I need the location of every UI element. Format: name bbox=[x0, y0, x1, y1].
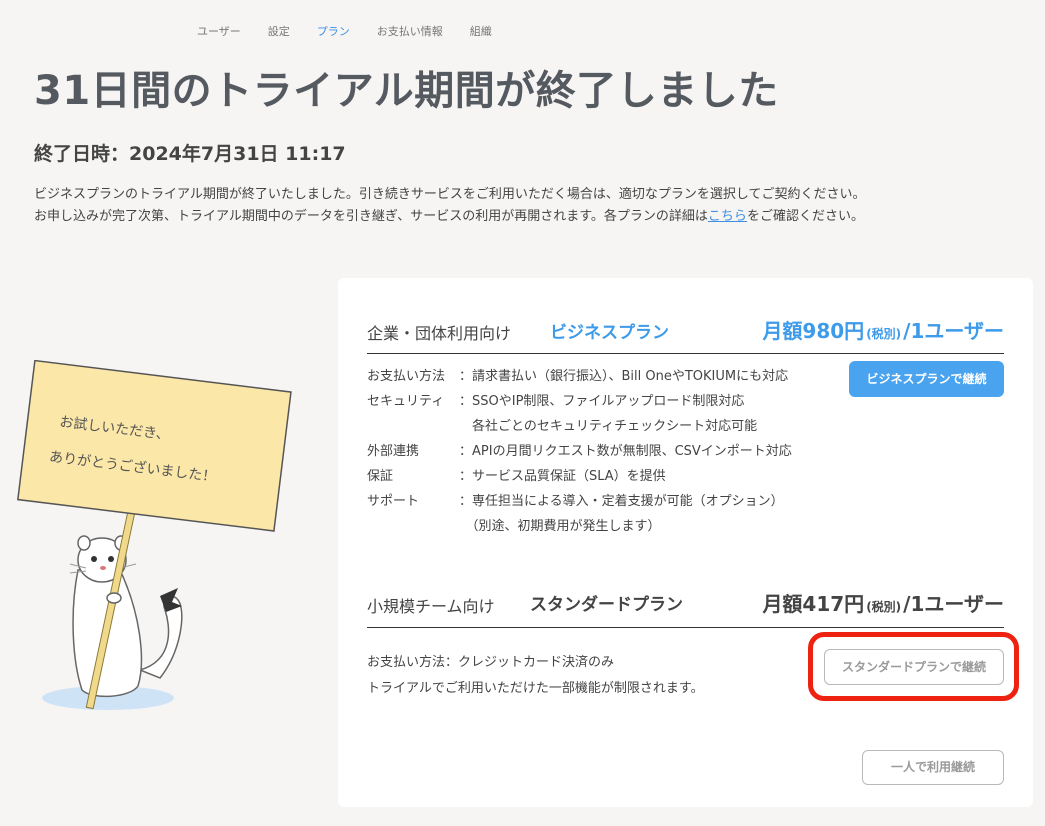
feature-key: 保証 bbox=[367, 469, 394, 484]
business-plan-header: 企業・団体利用向け ビジネスプラン 月額980円 (税別)/1ユーザー bbox=[367, 296, 1004, 354]
feature-row: 保証 ：サービス品質保証（SLA）を提供 bbox=[367, 464, 792, 489]
details-link[interactable]: こちら bbox=[708, 209, 747, 224]
feature-row: 各社ごとのセキュリティチェックシート対応可能 bbox=[367, 414, 792, 439]
description-text: お申し込みが完了次第、トライアル期間中のデータを引き継ぎ、サービスの利用が再開さ… bbox=[34, 209, 708, 224]
nav-billing[interactable]: お支払い情報 bbox=[377, 23, 443, 39]
ferret-tail bbox=[137, 595, 183, 679]
price-tax: (税別) bbox=[866, 600, 902, 614]
page-title: 31日間のトライアル期間が終了しました bbox=[34, 68, 779, 114]
feature-key: お支払い方法 bbox=[367, 369, 446, 384]
business-audience: 企業・団体利用向け bbox=[367, 324, 512, 343]
nav-settings[interactable]: 設定 bbox=[268, 23, 290, 39]
feature-row: お支払い方法 ：請求書払い（銀行振込）、Bill OneやTOKIUMにも対応 bbox=[367, 364, 792, 389]
business-plan-price: 月額980円 (税別)/1ユーザー bbox=[762, 315, 1004, 344]
feature-value: ：サービス品質保証（SLA）を提供 bbox=[459, 469, 666, 484]
feature-row: 外部連携 ：APIの月間リクエスト数が無制限、CSVインポート対応 bbox=[367, 439, 792, 464]
price-unit: /1ユーザー bbox=[903, 592, 1004, 616]
sign-board: お試しいただき、 ありがとうございました！ bbox=[16, 360, 292, 532]
ferret-eye bbox=[108, 556, 114, 562]
standard-audience: 小規模チーム向け bbox=[367, 597, 495, 616]
feature-key bbox=[367, 514, 459, 539]
description-line-2: お申し込みが完了次第、トライアル期間中のデータを引き継ぎ、サービスの利用が再開さ… bbox=[34, 206, 865, 228]
ferret-nose bbox=[100, 566, 106, 570]
plan-card: 企業・団体利用向け ビジネスプラン 月額980円 (税別)/1ユーザー お支払い方… bbox=[338, 278, 1033, 807]
nav-organization[interactable]: 組織 bbox=[470, 23, 492, 39]
standard-feature-line: お支払い方法：クレジットカード決済のみ bbox=[367, 655, 615, 670]
feature-value: ：請求書払い（銀行振込）、Bill OneやTOKIUMにも対応 bbox=[459, 369, 789, 384]
description-line-1: ビジネスプランのトライアル期間が終了いたしました。引き続きサービスをご利用いただ… bbox=[34, 187, 866, 202]
price-unit: /1ユーザー bbox=[903, 319, 1004, 343]
price-amount: 月額417円 bbox=[762, 592, 865, 616]
business-plan-name: ビジネスプラン bbox=[550, 323, 669, 343]
feature-row: セキュリティ ：SSOやIP制限、ファイルアップロード制限対応 bbox=[367, 389, 792, 414]
business-features: お支払い方法 ：請求書払い（銀行振込）、Bill OneやTOKIUMにも対応 セ… bbox=[367, 364, 792, 539]
description: ビジネスプランのトライアル期間が終了いたしました。引き続きサービスをご利用いただ… bbox=[34, 184, 865, 228]
standard-plan-name: スタンダードプラン bbox=[530, 595, 683, 615]
standard-features: お支払い方法：クレジットカード決済のみ トライアルでご利用いただけた一部機能が制… bbox=[367, 650, 704, 702]
continue-solo-button[interactable]: 一人で利用継続 bbox=[862, 750, 1004, 785]
standard-plan-header: 小規模チーム向け スタンダードプラン 月額417円 (税別)/1ユーザー bbox=[367, 570, 1004, 628]
trial-end-date: 終了日時：2024年7月31日 11:17 bbox=[34, 143, 346, 165]
price-tax: (税別) bbox=[866, 327, 902, 341]
price-amount: 月額980円 bbox=[762, 319, 865, 343]
nav-users[interactable]: ユーザー bbox=[197, 23, 241, 39]
feature-key: セキュリティ bbox=[367, 394, 445, 409]
feature-value: ：専任担当による導入・定着支援が可能（オプション） bbox=[459, 494, 784, 509]
standard-plan-price: 月額417円 (税別)/1ユーザー bbox=[762, 588, 1004, 617]
feature-row: （別途、初期費用が発生します） bbox=[367, 514, 792, 539]
top-nav: ユーザー 設定 プラン お支払い情報 組織 bbox=[197, 23, 492, 39]
feature-value: 各社ごとのセキュリティチェックシート対応可能 bbox=[459, 419, 758, 434]
highlight-annotation bbox=[808, 632, 1019, 701]
standard-feature-line: トライアルでご利用いただけた一部機能が制限されます。 bbox=[367, 681, 704, 696]
description-text-end: をご確認ください。 bbox=[746, 209, 864, 224]
feature-value: ：APIの月間リクエスト数が無制限、CSVインポート対応 bbox=[459, 444, 792, 459]
ferret-eye bbox=[91, 556, 97, 562]
feature-key: サポート bbox=[367, 494, 420, 509]
ferret-sign-illustration: お試しいただき、 ありがとうございました！ bbox=[16, 360, 292, 710]
continue-business-button[interactable]: ビジネスプランで継続 bbox=[849, 361, 1004, 397]
feature-value: （別途、初期費用が発生します） bbox=[459, 519, 661, 534]
feature-row: サポート ：専任担当による導入・定着支援が可能（オプション） bbox=[367, 489, 792, 514]
feature-key bbox=[367, 414, 459, 439]
feature-key: 外部連携 bbox=[367, 444, 420, 459]
feature-value: ：SSOやIP制限、ファイルアップロード制限対応 bbox=[459, 394, 745, 409]
nav-plan[interactable]: プラン bbox=[317, 23, 350, 39]
